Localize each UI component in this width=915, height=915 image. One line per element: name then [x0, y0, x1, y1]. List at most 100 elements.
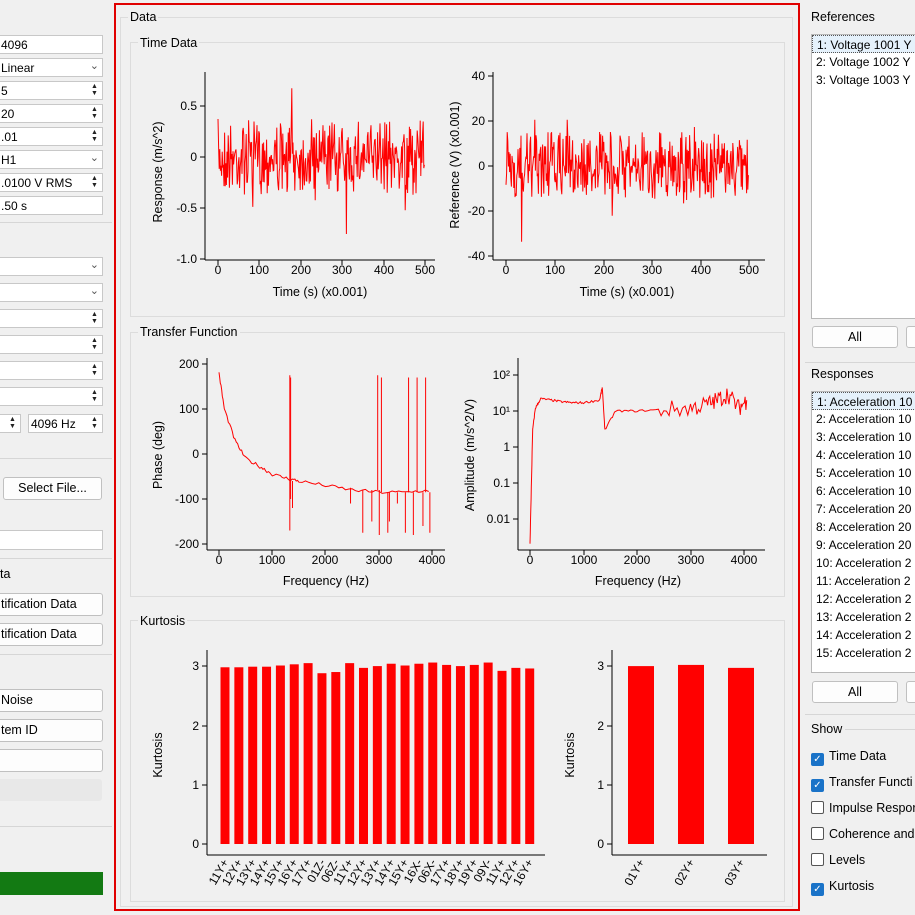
kurtosis-bar [442, 664, 452, 844]
response-time-plot: 0.5 0 -0.5 -1.0 0 100 200 300 400 500 Ti… [151, 72, 435, 299]
checkbox-icon[interactable] [811, 827, 824, 840]
x-axis-label: Frequency (Hz) [283, 574, 369, 588]
phase-series-line [218, 372, 429, 494]
x-tick-label: 03Y+ [721, 857, 747, 889]
show-option-checkbox[interactable]: ✓ Transfer Functi [811, 775, 913, 792]
list-item[interactable]: 7: Acceleration 20 [812, 500, 915, 518]
kurtosis-reference-plot: 3 2 1 0 Kurtosis 01Y+ 02Y+ 03Y+ [563, 650, 767, 888]
show-option-checkbox[interactable]: Levels [811, 853, 865, 869]
x-tick-label: 500 [415, 263, 435, 277]
show-option-checkbox[interactable]: ✓ Time Data [811, 749, 887, 766]
kurtosis-bar [428, 662, 438, 844]
show-option-label: Time Data [829, 749, 887, 763]
x-tick-label: 100 [249, 263, 269, 277]
checkbox-icon[interactable] [811, 801, 824, 814]
list-item[interactable]: 2: Voltage 1002 Y [812, 53, 915, 71]
references-list[interactable]: 1: Voltage 1001 Y 2: Voltage 1002 Y 3: V… [811, 34, 915, 319]
list-item[interactable]: 5: Acceleration 10 [812, 464, 915, 482]
responses-all-button[interactable]: All [812, 681, 898, 703]
checkbox-icon[interactable]: ✓ [811, 883, 824, 896]
x-tick-label: 300 [642, 263, 662, 277]
y-tick-label: 10² [493, 368, 510, 382]
x-tick-label: 0 [216, 553, 223, 567]
x-tick-label: 0 [215, 263, 222, 277]
list-item[interactable]: 12: Acceleration 2 [812, 590, 915, 608]
list-item[interactable]: 6: Acceleration 10 [812, 482, 915, 500]
list-item[interactable]: 15: Acceleration 2 [812, 644, 915, 662]
y-axis-label: Kurtosis [563, 732, 577, 777]
x-tick-label: 200 [291, 263, 311, 277]
kurtosis-bar [372, 666, 382, 844]
y-tick-label: 0.1 [493, 476, 510, 490]
x-tick-label: 2000 [312, 553, 339, 567]
show-option-label: Levels [829, 853, 866, 867]
y-tick-label: -100 [175, 492, 199, 506]
y-tick-label: 100 [179, 402, 199, 416]
y-tick-label: -1.0 [176, 252, 197, 266]
y-tick-label: 2 [597, 719, 604, 733]
x-axis-label: Frequency (Hz) [595, 574, 681, 588]
divider [805, 362, 915, 363]
y-tick-label: 1 [192, 778, 199, 792]
kurtosis-bar [455, 666, 465, 844]
x-tick-label: 500 [739, 263, 759, 277]
y-axis-label: Phase (deg) [151, 421, 165, 489]
checkbox-icon[interactable]: ✓ [811, 753, 824, 766]
y-tick-label: 1 [597, 778, 604, 792]
kurtosis-bar [400, 665, 410, 844]
references-title: References [811, 10, 875, 24]
show-option-checkbox[interactable]: ✓ Kurtosis [811, 879, 874, 896]
x-tick-label: 2000 [624, 553, 651, 567]
list-item[interactable]: 1: Voltage 1001 Y [812, 35, 915, 53]
responses-none-button[interactable] [906, 681, 915, 703]
checkbox-icon[interactable]: ✓ [811, 779, 824, 792]
x-tick-label: 400 [374, 263, 394, 277]
x-tick-label: 100 [545, 263, 565, 277]
y-tick-label: 2 [192, 719, 199, 733]
references-all-button[interactable]: All [812, 326, 898, 348]
y-tick-label: 0 [190, 150, 197, 164]
show-option-checkbox[interactable]: Impulse Respor [811, 801, 915, 817]
x-tick-label: 300 [332, 263, 352, 277]
x-tick-label: 3000 [366, 553, 393, 567]
checkbox-icon[interactable] [811, 853, 824, 866]
y-tick-label: -40 [468, 249, 486, 263]
responses-list[interactable]: 1: Acceleration 10 2: Acceleration 10 3: A… [811, 391, 915, 673]
list-item[interactable]: 14: Acceleration 2 [812, 626, 915, 644]
list-item[interactable]: 8: Acceleration 20 [812, 518, 915, 536]
list-item[interactable]: 4: Acceleration 10 [812, 446, 915, 464]
x-tick-label: 01Y+ [621, 857, 647, 889]
show-option-checkbox[interactable]: Coherence and [811, 827, 914, 843]
show-title: Show [811, 722, 843, 736]
x-tick-label: 3000 [678, 553, 705, 567]
list-item[interactable]: 1: Acceleration 10 [812, 392, 915, 410]
kurtosis-bar [678, 664, 704, 844]
list-item[interactable]: 3: Voltage 1003 Y [812, 71, 915, 89]
references-none-button[interactable] [906, 326, 915, 348]
kurtosis-bar [728, 667, 754, 844]
show-option-label: Coherence and [829, 827, 915, 841]
y-tick-label: -0.5 [176, 201, 197, 215]
kurtosis-bar [386, 663, 396, 844]
kurtosis-bar [483, 662, 493, 844]
y-axis-label: Response (m/s^2) [151, 121, 165, 222]
list-item[interactable]: 3: Acceleration 10 [812, 428, 915, 446]
list-item[interactable]: 10: Acceleration 2 [812, 554, 915, 572]
kurtosis-bar [248, 666, 258, 844]
x-axis-label: Time (s) (x0.001) [273, 285, 368, 299]
response-series-line [217, 88, 425, 235]
list-item[interactable]: 11: Acceleration 2 [812, 572, 915, 590]
reference-time-plot: 40 20 0 -20 -40 0 100 200 300 400 500 Ti… [448, 69, 765, 299]
show-option-label: Transfer Functi [829, 775, 913, 789]
y-tick-label: 200 [179, 357, 199, 371]
show-option-label: Impulse Respor [829, 801, 915, 815]
divider [845, 729, 915, 730]
y-tick-label: 40 [472, 69, 486, 83]
y-axis-label: Kurtosis [151, 732, 165, 777]
x-axis-label: Time (s) (x0.001) [580, 285, 675, 299]
list-item[interactable]: 2: Acceleration 10 [812, 410, 915, 428]
kurtosis-bar [345, 663, 355, 844]
kurtosis-bar [497, 670, 507, 844]
list-item[interactable]: 13: Acceleration 2 [812, 608, 915, 626]
list-item[interactable]: 9: Acceleration 20 [812, 536, 915, 554]
